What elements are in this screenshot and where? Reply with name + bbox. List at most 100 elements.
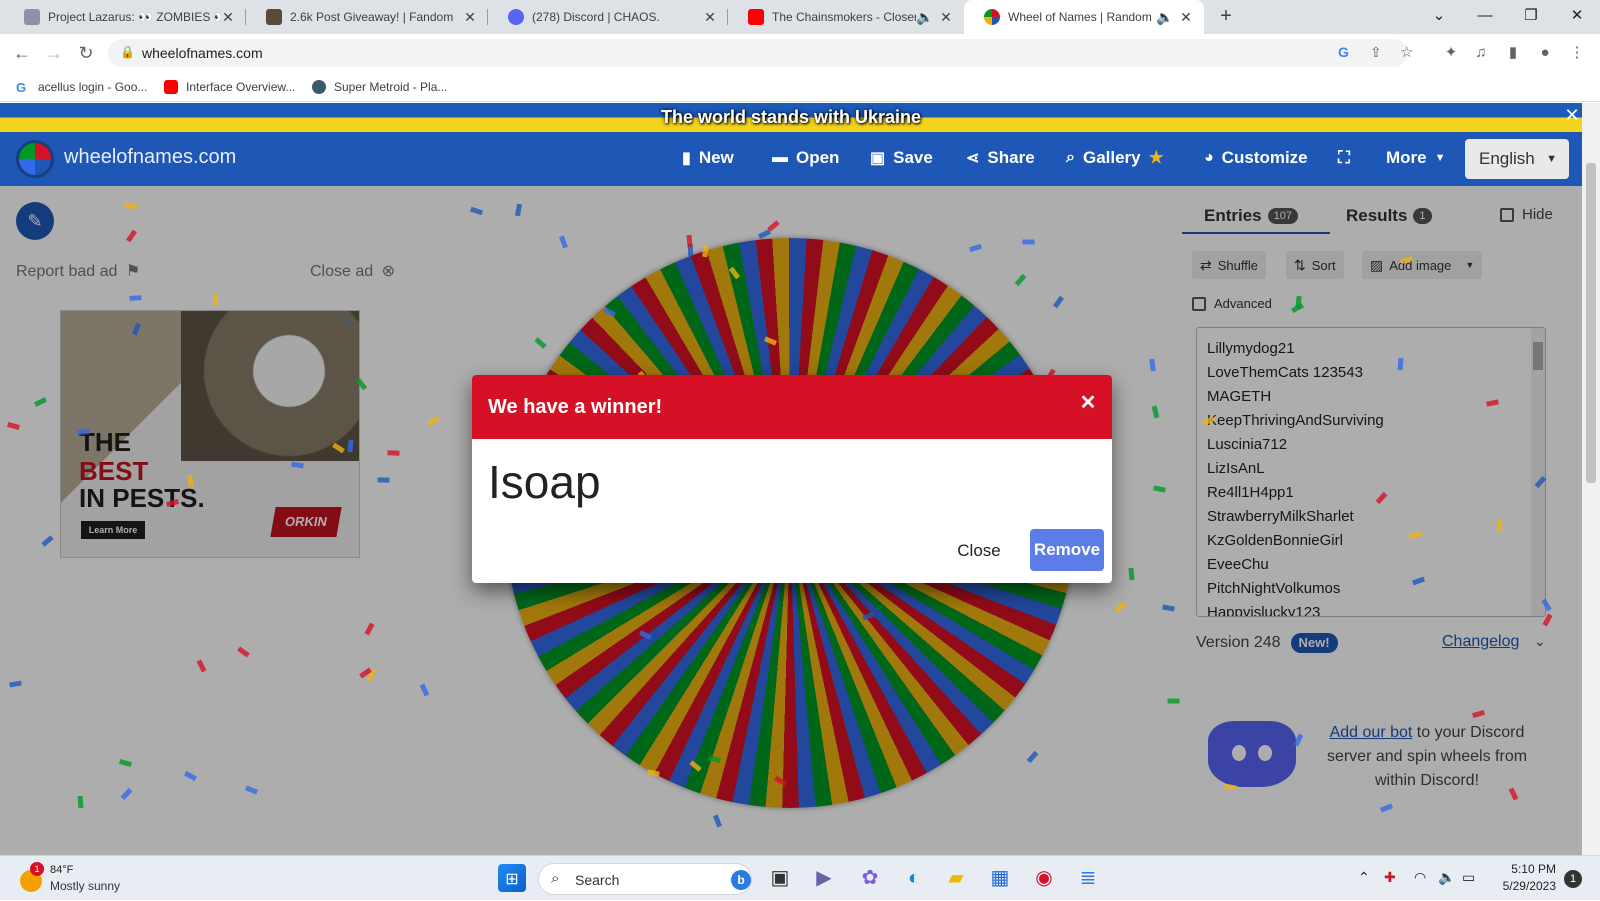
close-banner-icon[interactable]: ✕ [1562,105,1582,125]
app-tray-icon[interactable]: ✚ [1384,869,1396,886]
wifi-icon[interactable]: ◠ [1414,869,1426,886]
bookmark-item[interactable]: G acellus login - Goo... [16,78,147,96]
site-title[interactable]: wheelofnames.com [64,146,236,169]
scrollbar-thumb[interactable] [1586,163,1596,483]
folder-icon: ▬ [772,149,788,166]
confetti-piece [427,415,440,427]
confetti-piece [120,787,133,801]
address-bar[interactable]: 🔒 wheelofnames.com G ⇪ ☆ [108,39,1413,67]
confetti-piece [1128,567,1135,581]
chevron-up-icon[interactable]: ⌃ [1358,869,1370,886]
menu-new[interactable]: ▮ New [682,146,734,170]
new-tab-button[interactable]: + [1214,4,1238,28]
weather-widget[interactable]: 1 84°F Mostly sunny [18,862,178,896]
close-window-button[interactable]: ✕ [1554,0,1600,34]
winner-dialog: We have a winner! ✕ Isoap Close Remove [472,375,1112,583]
confetti-piece [713,814,722,828]
task-view-icon[interactable]: ▣ [766,864,794,892]
minimize-button[interactable]: — [1462,0,1508,34]
tab-search-icon[interactable]: ⌄ [1416,0,1462,34]
confetti-piece [1400,255,1413,265]
confetti-piece [1167,698,1180,704]
browser-tab[interactable]: Project Lazarus: 👀 ZOMBIES 👀 ✕ [4,0,246,34]
maximize-button[interactable]: ❐ [1508,0,1554,34]
chrome-icon[interactable]: ◉ [1030,864,1058,892]
bookmark-item[interactable]: Interface Overview... [164,78,295,96]
browser-tab[interactable]: (278) Discord | CHAOS. ✕ [488,0,728,34]
confetti-piece [129,295,142,301]
menu-open[interactable]: ▬ Open [772,146,839,170]
confetti-piece [1375,491,1388,505]
menu-more[interactable]: More ▼ [1386,146,1446,170]
banner-text[interactable]: The world stands with Ukraine [661,107,921,127]
taskbar: 1 84°F Mostly sunny ⊞ ⌕ Search b ▣ ▶ ✿ ◐… [0,855,1600,900]
google-icon[interactable]: G [1338,44,1349,60]
tab-favicon-icon [266,9,282,25]
browser-menu-icon[interactable]: ⋮ [1566,42,1588,64]
confetti-piece [77,795,84,809]
battery-icon[interactable]: ▭ [1462,869,1475,886]
reload-icon[interactable]: ↻ [72,39,100,67]
clock[interactable]: 5:10 PM 5/29/2023 [1490,862,1556,893]
teams-chat-icon[interactable]: ▶ [810,864,838,892]
speaker-icon[interactable]: 🔈 [1156,9,1173,26]
confetti-piece [119,758,132,768]
confetti-piece [1380,803,1393,813]
forward-icon[interactable]: → [40,39,68,67]
youtube-icon [164,80,178,94]
wheel-logo-icon[interactable] [16,140,54,178]
tab-close-icon[interactable]: ✕ [220,9,236,26]
tab-close-icon[interactable]: ✕ [1178,9,1194,26]
taskbar-search[interactable]: ⌕ Search b [538,863,752,895]
copilot-icon[interactable]: ✿ [856,864,884,892]
menu-customize[interactable]: ◕ Customize [1204,146,1308,170]
notification-badge[interactable]: 1 [1564,870,1582,888]
metroid-icon [312,80,326,94]
confetti-piece [387,450,400,456]
profile-icon[interactable]: ● [1534,42,1556,64]
discord-icon [508,9,524,25]
edge-icon[interactable]: ◐ [900,864,928,892]
bookmark-label: Super Metroid - Pla... [334,80,448,94]
menu-label: Save [893,148,933,167]
browser-tab[interactable]: The Chainsmokers - Closer (L 🔈 ✕ [728,0,964,34]
fullscreen-button[interactable]: ⛶ [1338,146,1350,170]
back-icon[interactable]: ← [8,39,36,67]
tab-title: Project Lazarus: 👀 ZOMBIES 👀 [48,10,220,24]
tab-close-icon[interactable]: ✕ [702,9,718,26]
browser-tab[interactable]: 2.6k Post Giveaway! | Fandom ✕ [246,0,488,34]
share-page-icon[interactable]: ⇪ [1370,44,1382,61]
menu-save[interactable]: ▣ Save [870,146,933,170]
close-icon[interactable]: ✕ [1076,391,1100,415]
language-select[interactable]: English ▼ [1465,139,1569,179]
confetti-piece [1534,475,1547,489]
side-panel-icon[interactable]: ▮ [1502,42,1524,64]
bookmark-item[interactable]: Super Metroid - Pla... [312,78,447,96]
tab-close-icon[interactable]: ✕ [462,9,478,26]
start-button[interactable]: ⊞ [498,864,526,892]
volume-icon[interactable]: 🔈 [1438,869,1455,886]
share-icon: ⋖ [966,150,980,167]
notepad-icon[interactable]: ≣ [1074,864,1102,892]
menu-share[interactable]: ⋖ Share [966,146,1035,170]
language-label: English [1479,149,1535,168]
confetti-piece [1202,416,1215,426]
media-control-icon[interactable]: ♫ [1470,42,1492,64]
speaker-icon[interactable]: 🔈 [916,9,933,26]
bookmark-star-icon[interactable]: ☆ [1400,43,1413,61]
confetti-piece [758,229,771,239]
remove-button[interactable]: Remove [1030,529,1104,571]
confetti-piece [126,229,137,243]
confetti-piece [1114,601,1127,613]
menu-gallery[interactable]: ⌕ Gallery ★ [1066,146,1164,170]
close-button[interactable]: Close [952,531,1006,571]
browser-tab-active[interactable]: Wheel of Names | Random n 🔈 ✕ [964,0,1204,34]
confetti-piece [419,683,430,697]
file-explorer-icon[interactable]: ▰ [942,864,970,892]
confetti-piece [1224,783,1237,791]
weather-badge: 1 [30,862,44,876]
tab-close-icon[interactable]: ✕ [938,9,954,26]
store-icon[interactable]: ▦ [986,864,1014,892]
extensions-icon[interactable]: ✦ [1440,42,1462,64]
page-scrollbar[interactable] [1582,103,1600,855]
